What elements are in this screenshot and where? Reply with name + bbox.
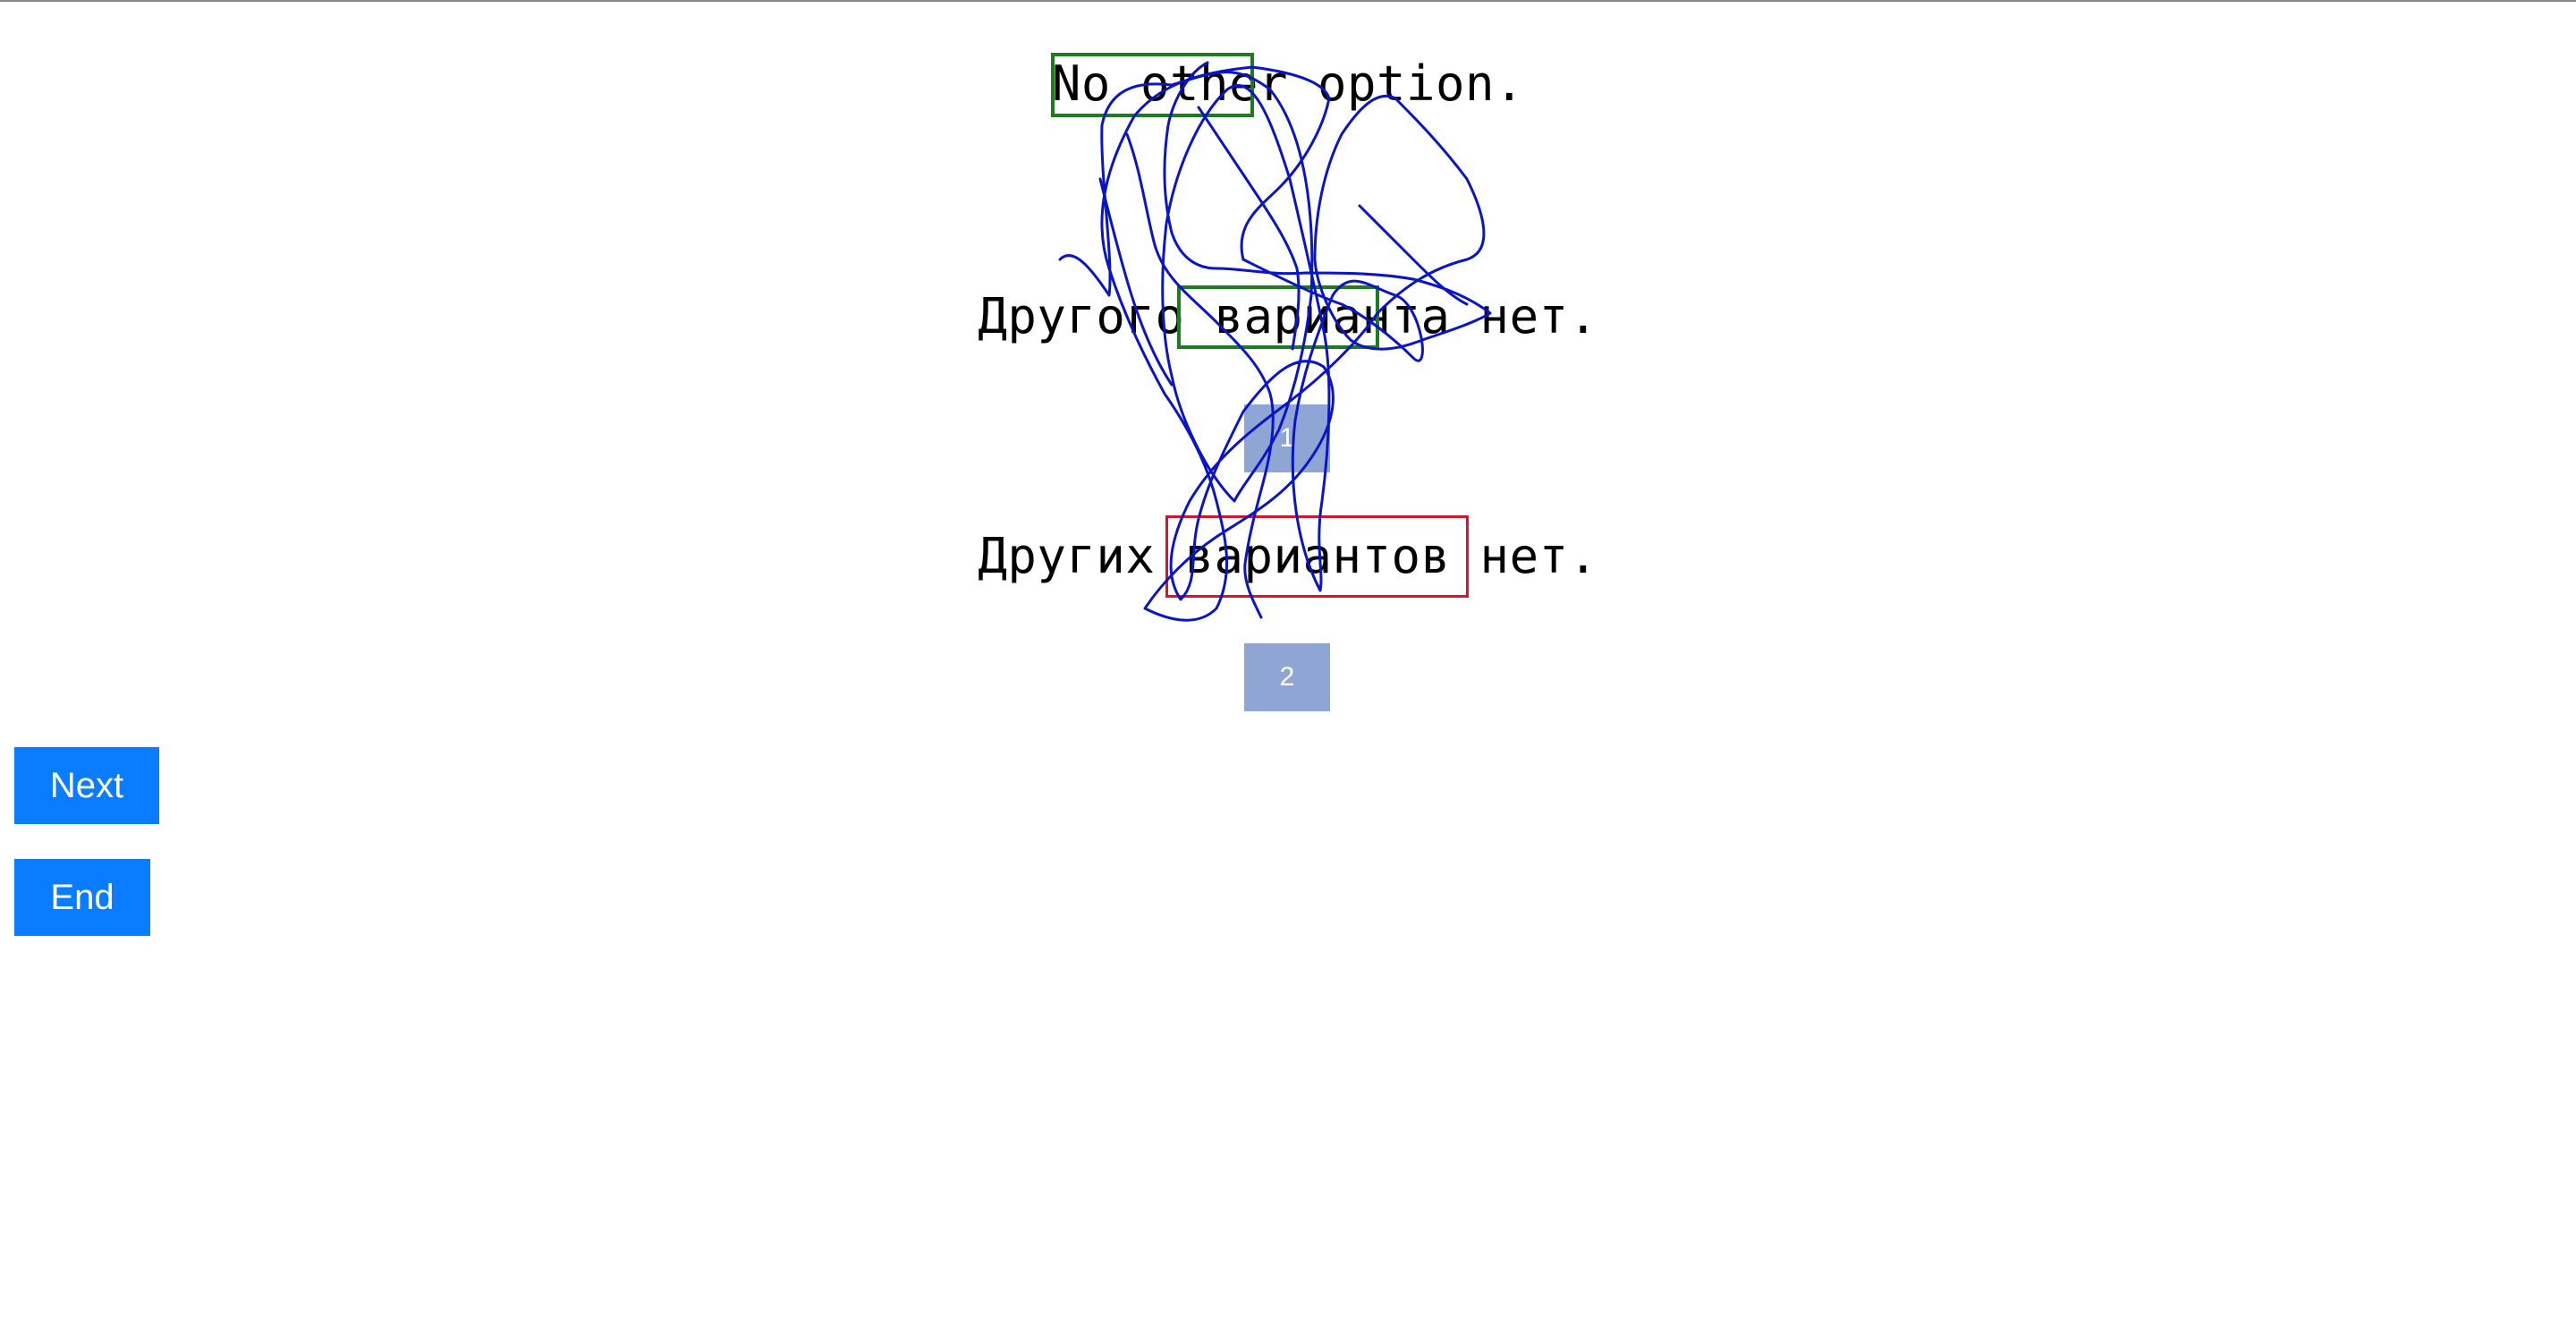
source-sentence: No other option. [1051, 55, 1525, 112]
annotation-stage[interactable]: No other option. Другого варианта нет. 1… [0, 0, 2576, 1343]
candidate-2-sentence: Других вариантов нет. [978, 528, 1598, 584]
candidate-2-number: 2 [1279, 662, 1295, 692]
candidate-1-number: 1 [1279, 423, 1295, 453]
candidate-2-number-badge[interactable]: 2 [1244, 643, 1330, 711]
end-button[interactable]: End [14, 859, 150, 936]
top-divider [0, 0, 2576, 2]
candidate-1-number-badge[interactable]: 1 [1244, 404, 1330, 472]
candidate-1-sentence: Другого варианта нет. [978, 288, 1598, 344]
next-button[interactable]: Next [14, 747, 159, 824]
